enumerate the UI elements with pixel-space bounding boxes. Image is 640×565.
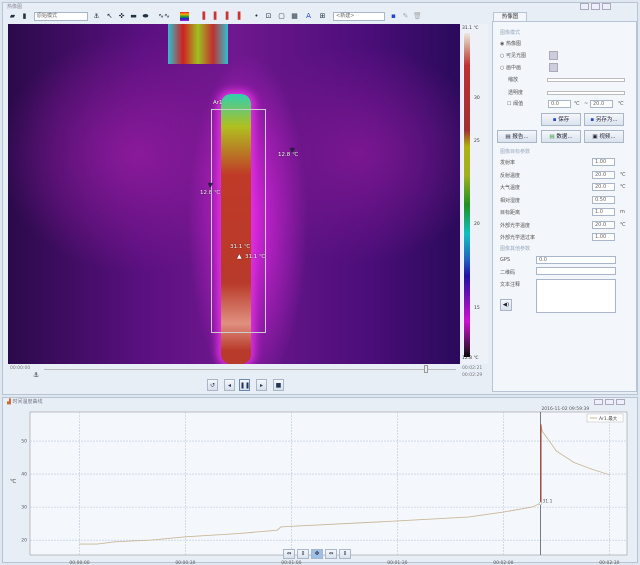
x-tick-label: 00:01:00 xyxy=(281,560,301,565)
data-point xyxy=(541,430,543,432)
legend-label: Ar1.最大 xyxy=(599,415,618,422)
y-tick-label: 50 xyxy=(21,439,27,445)
data-point xyxy=(185,536,186,538)
x-tick-label: 00:00:30 xyxy=(175,560,195,565)
y-tick-label: 40 xyxy=(21,472,27,478)
pan-button[interactable]: ✥ xyxy=(311,549,323,559)
x-tick-label: 00:00:00 xyxy=(69,560,89,565)
zoom-x-button[interactable]: ⇔ xyxy=(283,549,295,559)
data-point xyxy=(238,533,239,534)
data-point xyxy=(591,468,593,470)
data-point xyxy=(114,541,116,543)
shrink-y-button[interactable]: ⇕ xyxy=(339,549,351,559)
data-point xyxy=(467,516,469,518)
data-point xyxy=(531,506,533,508)
y-tick-label: 20 xyxy=(21,538,27,544)
y-axis-label: ℃ xyxy=(10,478,16,485)
x-tick-label: 00:01:30 xyxy=(387,560,407,565)
data-point xyxy=(149,539,151,541)
y-tick-label: 30 xyxy=(21,505,27,511)
plot-area xyxy=(29,411,628,556)
data-point xyxy=(608,474,610,476)
shrink-x-button[interactable]: ⇔ xyxy=(325,549,337,559)
data-point xyxy=(280,526,282,528)
data-point xyxy=(502,511,504,513)
cursor-timestamp: 2016-11-02 09:59:39 xyxy=(541,406,589,412)
chart-toolbar: ⇔ ⇕ ✥ ⇔ ⇕ xyxy=(283,549,351,559)
zoom-y-button[interactable]: ⇕ xyxy=(297,549,309,559)
data-point xyxy=(291,525,292,527)
data-point xyxy=(79,543,80,545)
data-point xyxy=(396,520,398,522)
x-tick-label: 00:02:00 xyxy=(493,560,513,565)
data-point xyxy=(555,450,557,452)
data-point xyxy=(96,543,98,545)
data-point xyxy=(276,529,278,531)
cursor-value: 31.1 xyxy=(542,498,552,504)
data-point xyxy=(573,462,575,463)
temperature-chart[interactable]: 00:00:00 00:00:30 00:01:00 00:01:30 00:02:00… xyxy=(0,0,640,565)
x-tick-label: 00:02:30 xyxy=(599,560,619,565)
